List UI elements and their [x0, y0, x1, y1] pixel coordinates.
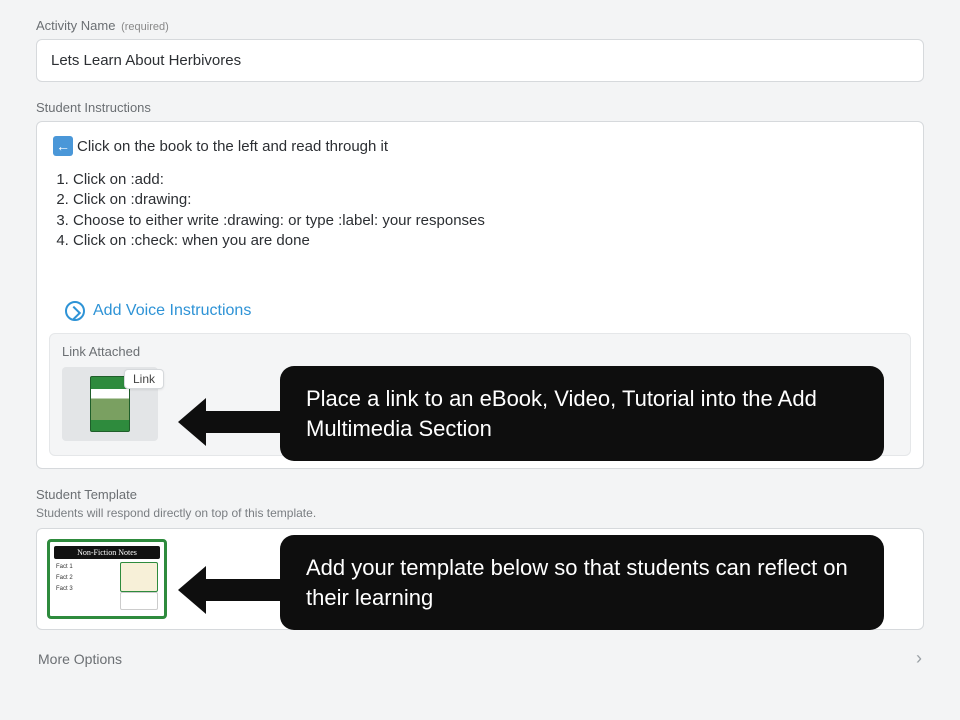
template-thumb-title: Non-Fiction Notes [54, 546, 160, 559]
instruction-step: Choose to either write :drawing: or type… [73, 211, 907, 231]
activity-name-label: Activity Name (required) [36, 18, 924, 33]
student-instructions-label: Student Instructions [36, 100, 924, 115]
template-thumb-rows: Fact 1 Fact 2 Fact 3 [56, 562, 118, 594]
chevron-right-icon: › [916, 648, 922, 669]
instruction-step: Click on :add: [73, 170, 907, 190]
student-template-label: Student Template [36, 487, 924, 502]
instructions-list: Click on :add: Click on :drawing: Choose… [53, 170, 907, 251]
template-thumbnail[interactable]: Non-Fiction Notes Fact 1 Fact 2 Fact 3 [47, 539, 167, 619]
template-thumb-note-icon [120, 562, 158, 592]
left-arrow-icon: ← [53, 136, 73, 156]
annotation-arrow [178, 398, 282, 446]
add-voice-instructions-button[interactable]: Add Voice Instructions [53, 301, 907, 321]
annotation-arrow [178, 566, 282, 614]
instructions-top-line: ← Click on the book to the left and read… [53, 136, 907, 156]
activity-name-input[interactable] [36, 39, 924, 82]
link-badge: Link [124, 369, 164, 389]
annotation-callout-multimedia: Place a link to an eBook, Video, Tutoria… [280, 366, 884, 461]
student-template-description: Students will respond directly on top of… [36, 506, 924, 520]
compass-icon [65, 301, 85, 321]
required-tag: (required) [121, 21, 169, 33]
instruction-step: Click on :drawing: [73, 190, 907, 210]
more-options-toggle[interactable]: More Options › [36, 644, 924, 673]
attached-link-thumbnail[interactable]: Link [62, 367, 158, 441]
template-thumb-note-icon [120, 592, 158, 610]
instruction-step: Click on :check: when you are done [73, 231, 907, 251]
annotation-callout-template: Add your template below so that students… [280, 535, 884, 630]
link-attached-label: Link Attached [62, 344, 898, 359]
